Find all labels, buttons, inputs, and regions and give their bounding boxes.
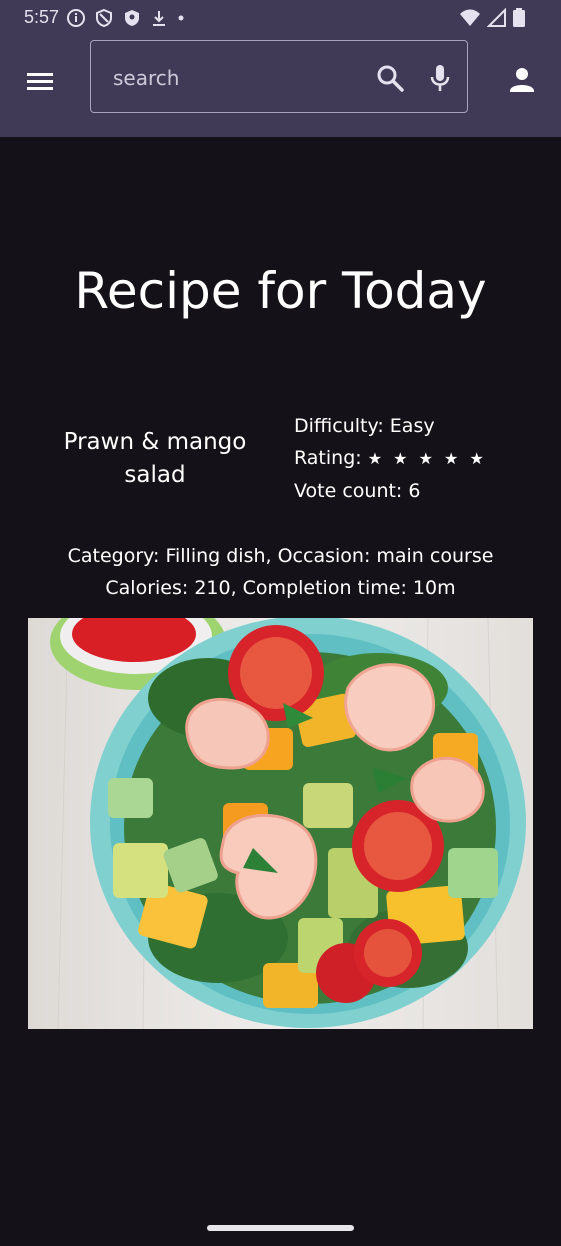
page-title: Recipe for Today — [74, 262, 487, 320]
status-time: 5:57 — [24, 7, 60, 27]
wifi-icon — [460, 9, 480, 26]
rating-stars: ★ ★ ★ ★ ★ — [367, 449, 487, 468]
gesture-nav-handle[interactable] — [207, 1225, 354, 1231]
vote-count-text: Vote count: 6 — [294, 480, 421, 502]
recipe-name: Prawn & mango salad — [63, 429, 247, 488]
rating-label: Rating: — [294, 447, 362, 469]
rating-row: Rating: ★ ★ ★ ★ ★ — [294, 442, 544, 475]
hamburger-menu-icon — [27, 73, 53, 90]
info-icon — [67, 9, 85, 27]
search-icon — [377, 65, 404, 92]
recipe-details: Category: Filling dish, Occasion: main c… — [0, 540, 561, 604]
voice-search-button[interactable] — [425, 63, 455, 93]
signal-icon — [487, 8, 506, 27]
download-icon — [153, 11, 165, 26]
salad-bowl-image — [28, 618, 533, 1029]
status-icons-left — [66, 8, 186, 28]
difficulty-text: Difficulty: Easy — [294, 415, 435, 437]
dot-icon — [178, 15, 184, 21]
status-bar: 5:57 — [0, 0, 561, 36]
battery-icon — [513, 8, 525, 27]
calories-time-text: Calories: 210, Completion time: 10m — [105, 577, 456, 599]
recipe-meta: Difficulty: Easy Rating: ★ ★ ★ ★ ★ Vote … — [294, 410, 544, 507]
search-input[interactable] — [111, 61, 365, 95]
app-bar — [0, 36, 561, 137]
account-button[interactable] — [506, 64, 538, 96]
person-icon — [510, 68, 534, 92]
shield-icon — [96, 8, 112, 28]
category-occasion-text: Category: Filling dish, Occasion: main c… — [67, 545, 494, 567]
microphone-icon — [430, 65, 450, 91]
privacy-shield-icon — [125, 10, 139, 26]
recipe-photo — [28, 618, 533, 1029]
menu-button[interactable] — [22, 63, 58, 99]
status-icons-right — [459, 8, 525, 28]
search-field[interactable] — [90, 40, 468, 113]
search-button[interactable] — [375, 63, 405, 93]
